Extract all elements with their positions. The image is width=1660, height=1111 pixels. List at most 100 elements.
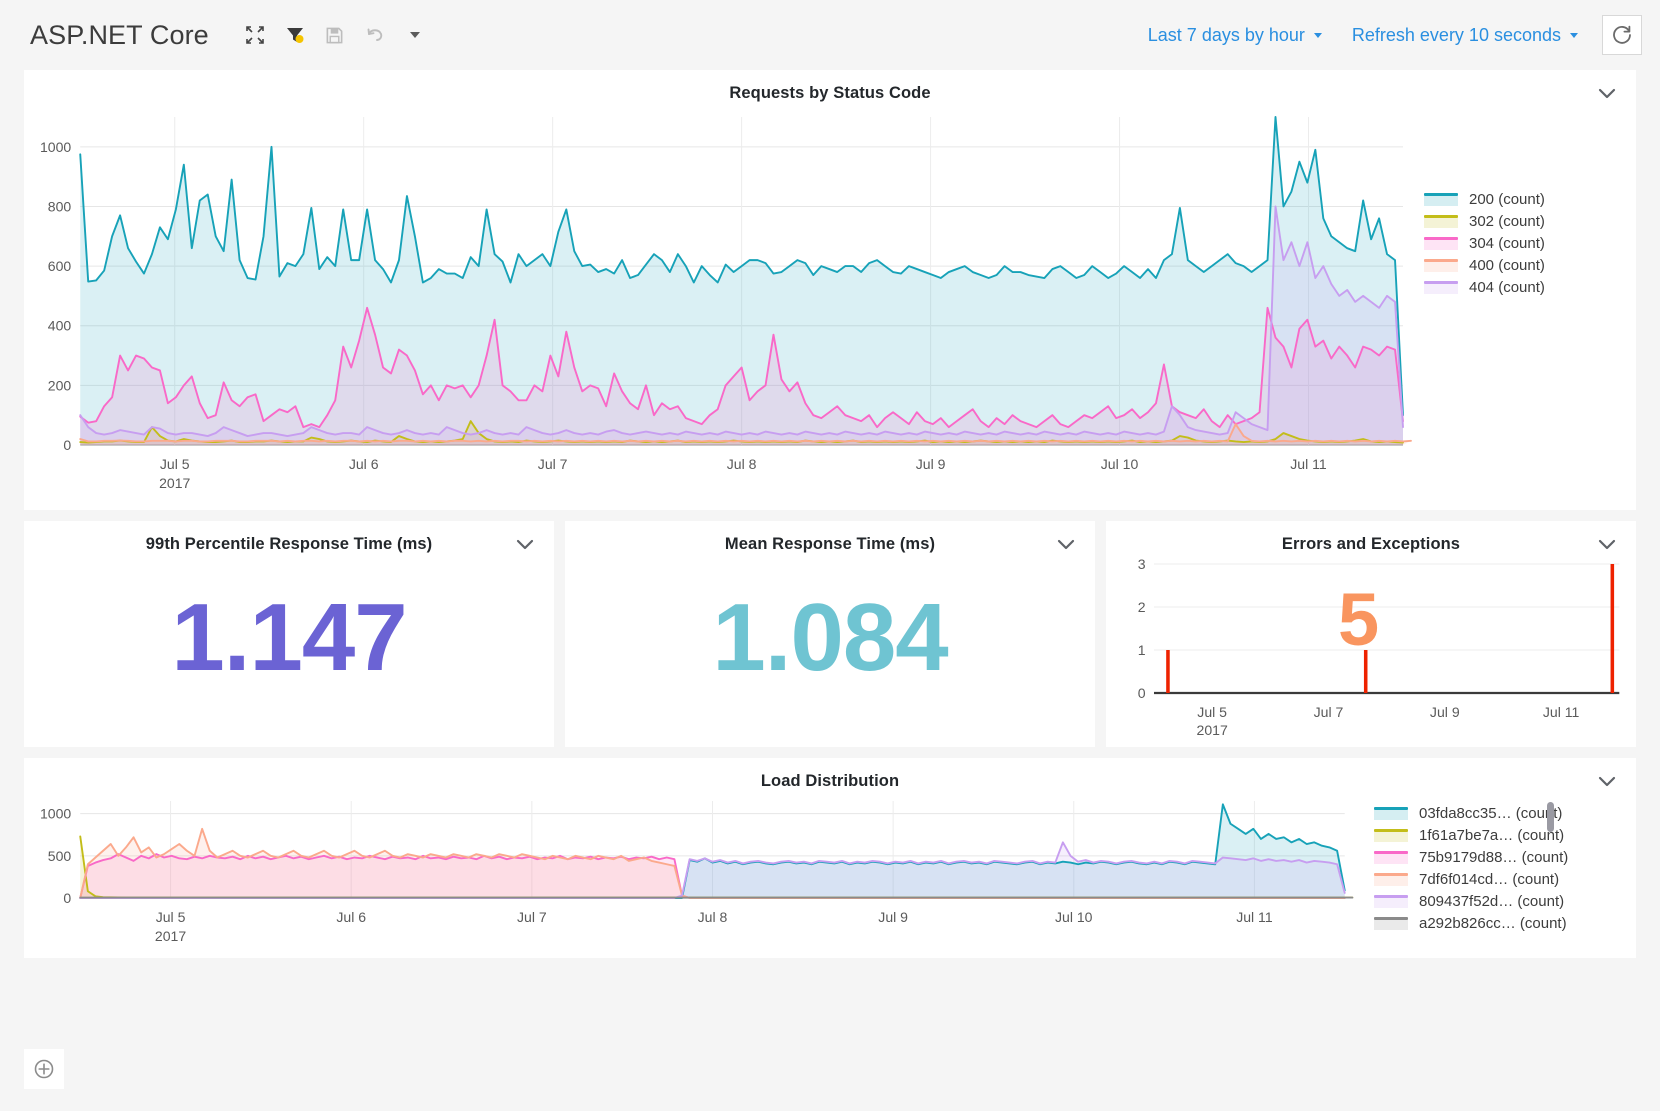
toolbar-icon-group [243, 23, 427, 47]
legend-swatch [1424, 236, 1458, 250]
legend-swatch [1374, 872, 1408, 886]
legend-label: 75b9179d88… (count) [1419, 848, 1569, 866]
save-icon[interactable] [323, 23, 347, 47]
svg-text:1000: 1000 [40, 139, 71, 155]
svg-text:Jul 7: Jul 7 [538, 456, 568, 472]
collapse-chevron-icon[interactable] [1055, 533, 1077, 555]
panel-mean-response-time: Mean Response Time (ms) 1.084 [565, 521, 1095, 747]
errors-count-annotation: 5 [1338, 578, 1380, 661]
dashboard-row-3: Load Distribution 0 500 1000 Jul 5 2017 Jul 6… [0, 758, 1660, 958]
legend-swatch [1374, 894, 1408, 908]
svg-text:Jul 10: Jul 10 [1101, 456, 1139, 472]
svg-text:3: 3 [1138, 557, 1146, 572]
svg-text:2: 2 [1138, 600, 1146, 615]
panel-99th-percentile-response-time: 99th Percentile Response Time (ms) 1.147 [24, 521, 554, 747]
svg-text:Jul 9: Jul 9 [878, 909, 908, 925]
svg-text:Jul 5: Jul 5 [1197, 705, 1227, 720]
errors-title: Errors and Exceptions [1281, 535, 1461, 553]
svg-text:Jul 5: Jul 5 [160, 456, 190, 472]
svg-text:Jul 11: Jul 11 [1543, 705, 1580, 720]
legend-label: 809437f52d… (count) [1419, 892, 1565, 910]
svg-text:0: 0 [63, 890, 71, 906]
svg-text:Jul 9: Jul 9 [916, 456, 946, 472]
load-title: Load Distribution [760, 772, 900, 790]
legend-label: a292b826cc… (count) [1419, 914, 1567, 932]
svg-text:Jul 10: Jul 10 [1055, 909, 1093, 925]
legend-label: 7df6f014cd… (count) [1419, 870, 1560, 888]
svg-text:2017: 2017 [159, 475, 190, 491]
legend-scrollbar[interactable] [1547, 802, 1554, 832]
chevron-down-icon [1313, 32, 1322, 38]
svg-text:Jul 5: Jul 5 [156, 909, 186, 925]
dashboard-row-2: 99th Percentile Response Time (ms) 1.147… [0, 521, 1660, 747]
svg-text:2017: 2017 [155, 928, 186, 944]
chevron-down-icon[interactable] [403, 23, 427, 47]
legend-swatch [1374, 850, 1408, 864]
svg-text:400: 400 [48, 318, 72, 334]
collapse-chevron-icon[interactable] [514, 533, 536, 555]
filter-icon[interactable] [283, 23, 307, 47]
refresh-icon [1613, 25, 1631, 44]
legend-item[interactable]: a292b826cc… (count) [1374, 912, 1568, 934]
legend-label: 1f61a7be7a… (count) [1419, 826, 1565, 844]
legend-item[interactable]: 1f61a7be7a… (count) [1374, 824, 1568, 846]
refresh-interval-selector[interactable]: Refresh every 10 seconds [1352, 25, 1578, 46]
legend-label: 404 (count) [1469, 278, 1545, 296]
svg-text:1: 1 [1138, 643, 1146, 658]
legend-label: 400 (count) [1469, 256, 1545, 274]
svg-text:0: 0 [63, 437, 71, 453]
svg-text:Jul 8: Jul 8 [698, 909, 728, 925]
svg-text:Jul 6: Jul 6 [336, 909, 366, 925]
svg-text:600: 600 [48, 258, 72, 274]
dashboard-row-1: Requests by Status Code 0 200 400 600 800 100… [0, 70, 1660, 510]
top-toolbar: ASP.NET Core Last 7 days by hour Refresh… [0, 0, 1660, 70]
svg-text:800: 800 [48, 198, 72, 214]
time-range-label: Last 7 days by hour [1147, 24, 1305, 45]
legend-swatch [1424, 280, 1458, 294]
time-range-selector[interactable]: Last 7 days by hour [1148, 25, 1322, 46]
svg-text:Jul 11: Jul 11 [1290, 456, 1327, 472]
collapse-icon[interactable] [243, 23, 267, 47]
legend-swatch [1424, 258, 1458, 272]
legend-label: 304 (count) [1469, 234, 1545, 252]
legend-swatch [1424, 192, 1458, 206]
add-widget-icon [34, 1059, 54, 1079]
panel-requests-by-status-code: Requests by Status Code 0 200 400 600 800 100… [24, 70, 1636, 510]
legend-swatch [1374, 806, 1408, 820]
legend-swatch [1374, 828, 1408, 842]
undo-icon[interactable] [363, 23, 387, 47]
legend-label: 200 (count) [1469, 190, 1545, 208]
legend-item[interactable]: 404 (count) [1424, 276, 1545, 298]
legend-item[interactable]: 809437f52d… (count) [1374, 890, 1568, 912]
app-title: ASP.NET Core [30, 19, 209, 50]
refresh-button[interactable] [1602, 15, 1642, 55]
legend-item[interactable]: 304 (count) [1424, 232, 1545, 254]
collapse-chevron-icon[interactable] [1596, 533, 1618, 555]
legend-item[interactable]: 200 (count) [1424, 188, 1545, 210]
svg-text:1000: 1000 [40, 806, 71, 822]
panel-load-distribution: Load Distribution 0 500 1000 Jul 5 2017 Jul 6… [24, 758, 1636, 958]
requests-chart-legend: 200 (count) 302 (count) 304 (count) 400 (co… [1424, 188, 1545, 298]
legend-item[interactable]: 400 (count) [1424, 254, 1545, 276]
load-chart-legend: 03fda8cc35… (count) 1f61a7be7a… (count) 75… [1374, 802, 1568, 934]
collapse-chevron-icon[interactable] [1596, 770, 1618, 792]
chevron-down-icon [1570, 32, 1578, 38]
legend-item[interactable]: 7df6f014cd… (count) [1374, 868, 1568, 890]
page-title: Requests by Status Code [729, 84, 931, 102]
p99-value: 1.147 [171, 584, 407, 691]
requests-chart-svg: 0 200 400 600 800 1000 Jul 5 2017 Jul 6 Jul 7 Jul … [40, 116, 1412, 491]
refresh-interval-label: Refresh every 10 seconds [1351, 24, 1561, 45]
mean-value: 1.084 [712, 584, 948, 691]
collapse-chevron-icon[interactable] [1596, 82, 1618, 104]
legend-item[interactable]: 75b9179d88… (count) [1374, 846, 1568, 868]
legend-item[interactable]: 302 (count) [1424, 210, 1545, 232]
legend-item[interactable]: 03fda8cc35… (count) [1374, 802, 1568, 824]
svg-text:0: 0 [1138, 686, 1146, 701]
legend-label: 302 (count) [1469, 212, 1545, 230]
legend-swatch [1374, 916, 1408, 930]
svg-text:2017: 2017 [1196, 723, 1227, 738]
requests-chart[interactable]: 0 200 400 600 800 1000 Jul 5 2017 Jul 6 Jul 7 Jul … [24, 103, 1636, 503]
svg-text:Jul 7: Jul 7 [517, 909, 547, 925]
add-widget-button[interactable] [24, 1049, 64, 1089]
svg-text:Jul 9: Jul 9 [1430, 705, 1460, 720]
